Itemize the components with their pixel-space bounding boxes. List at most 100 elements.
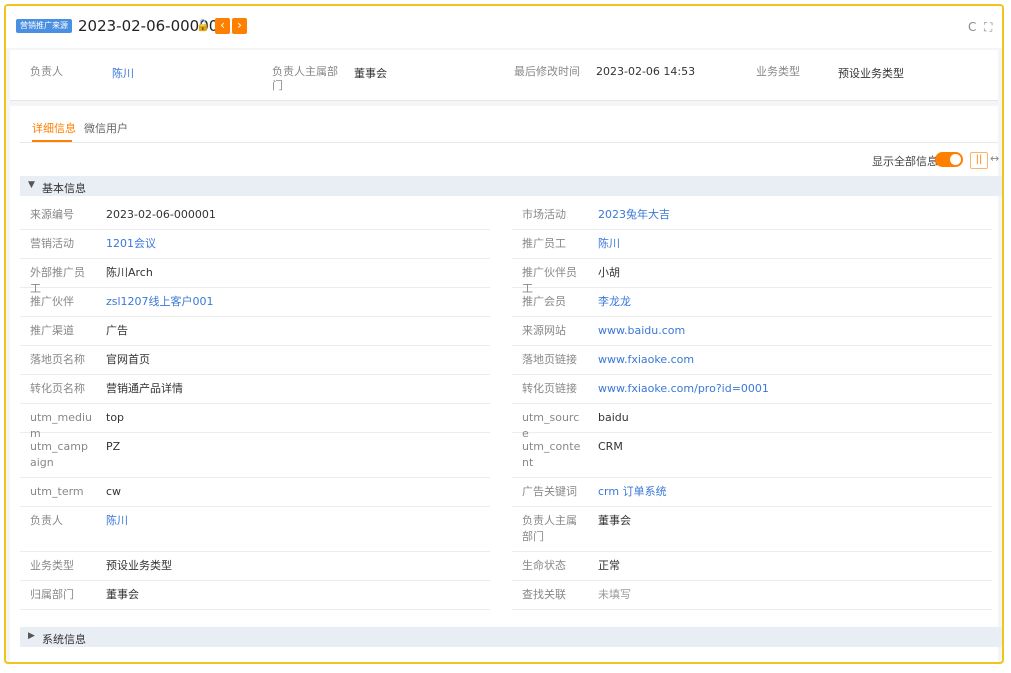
detail-panel: 详细信息 微信用户 显示全部信息 || ↔ ▼ 基本信息 来源编号 2023-02… — [10, 106, 1002, 662]
field-value: baidu — [598, 411, 629, 424]
toggle-knob — [950, 154, 961, 165]
field-row: 查找关联 未填写 — [512, 581, 992, 610]
field-row: 转化页名称 营销通产品详情 — [20, 375, 490, 404]
field-label: 市场活动 — [522, 208, 566, 221]
field-row: 落地页名称 官网首页 — [20, 346, 490, 375]
field-label: 转化页链接 — [522, 382, 577, 395]
summary-bar: 负责人 陈川 负责人主属部门 董事会 最后修改时间 2023-02-06 14:… — [10, 50, 998, 101]
field-row: utm_term cw — [20, 478, 490, 507]
lock-icon[interactable]: 🔓 — [196, 19, 210, 32]
field-label: 转化页名称 — [30, 382, 85, 395]
field-value: cw — [106, 485, 122, 498]
field-value-link[interactable]: 李龙龙 — [598, 294, 631, 310]
prev-record-button[interactable]: ‹ — [215, 18, 230, 34]
field-value: 陈川Arch — [106, 266, 153, 279]
section-system-info[interactable]: ▶ 系统信息 — [20, 627, 1002, 647]
next-record-button[interactable]: › — [232, 18, 247, 34]
field-row: 生命状态 正常 — [512, 552, 992, 581]
summary-label: 业务类型 — [756, 65, 800, 78]
field-row: utm_medium top — [20, 404, 490, 440]
field-value-link[interactable]: zsl1207线上客户001 — [106, 294, 214, 310]
field-value: 董事会 — [106, 588, 139, 601]
object-type-tag: 营销推广来源 — [16, 19, 72, 33]
field-label: 归属部门 — [30, 588, 74, 601]
field-label: 负责人 — [30, 514, 63, 527]
summary-label: 负责人主属部门 — [272, 65, 338, 92]
field-value: 营销通产品详情 — [106, 382, 183, 395]
field-value-link[interactable]: www.fxiaoke.com/pro?id=0001 — [598, 381, 769, 397]
summary-value: 董事会 — [354, 67, 387, 80]
field-value-link[interactable]: 陈川 — [598, 236, 620, 252]
field-label: 营销活动 — [30, 237, 74, 250]
summary-owner-link[interactable]: 陈川 — [112, 65, 134, 81]
field-row: 负责人主属部门 董事会 — [512, 507, 992, 552]
show-all-toggle[interactable] — [935, 152, 963, 167]
field-label: 来源网站 — [522, 324, 566, 337]
field-value: top — [106, 411, 125, 424]
expand-arrow-icon: ▶ — [28, 631, 35, 641]
field-row: 负责人 陈川 — [20, 507, 490, 552]
field-label: utm_term — [30, 485, 84, 498]
field-value: PZ — [106, 440, 121, 453]
expand-width-icon[interactable]: ↔ — [990, 152, 999, 165]
tab-divider — [20, 142, 998, 143]
field-row: 推广伙伴 zsl1207线上客户001 — [20, 288, 490, 317]
field-value: 正常 — [598, 559, 620, 572]
field-row: 落地页链接 www.fxiaoke.com — [512, 346, 992, 375]
field-row: 营销活动 1201会议 — [20, 230, 490, 259]
field-value: 预设业务类型 — [106, 559, 172, 572]
column-layout-icon[interactable]: || — [970, 152, 988, 169]
field-label: 查找关联 — [522, 588, 566, 601]
field-row: 推广员工 陈川 — [512, 230, 992, 259]
field-value-link[interactable]: crm 订单系统 — [598, 484, 667, 500]
field-label: 业务类型 — [30, 559, 74, 572]
field-row: 推广伙伴员工 小胡 — [512, 259, 992, 295]
field-row: 来源网站 www.baidu.com — [512, 317, 992, 346]
field-row: 归属部门 董事会 — [20, 581, 490, 610]
field-label: 来源编号 — [30, 208, 74, 221]
field-label: 广告关键词 — [522, 485, 577, 498]
field-row: utm_campaign PZ — [20, 433, 490, 478]
show-all-label: 显示全部信息 — [872, 155, 938, 168]
refresh-icon[interactable]: C — [968, 20, 976, 34]
record-header: 营销推广来源 2023-02-06-000001 🔓 ‹ › C ⛶ — [6, 6, 1002, 48]
field-label: 负责人主属部门 — [522, 514, 577, 543]
active-tab-indicator — [32, 140, 72, 142]
field-label: 落地页链接 — [522, 353, 577, 366]
fullscreen-icon[interactable]: ⛶ — [984, 20, 992, 35]
section-title: 基本信息 — [42, 182, 86, 195]
field-row: 业务类型 预设业务类型 — [20, 552, 490, 581]
field-label: utm_campaign — [30, 440, 88, 469]
field-row: 广告关键词 crm 订单系统 — [512, 478, 992, 507]
field-label: 推广渠道 — [30, 324, 74, 337]
tab-details[interactable]: 详细信息 — [32, 120, 76, 136]
field-value-link[interactable]: 2023兔年大吉 — [598, 207, 670, 223]
field-row: 来源编号 2023-02-06-000001 — [20, 201, 490, 230]
summary-label: 最后修改时间 — [514, 65, 580, 78]
field-value: 官网首页 — [106, 353, 150, 366]
collapse-arrow-icon: ▼ — [28, 180, 35, 190]
field-value-link[interactable]: 1201会议 — [106, 236, 156, 252]
field-row: 转化页链接 www.fxiaoke.com/pro?id=0001 — [512, 375, 992, 404]
field-row: utm_source baidu — [512, 404, 992, 440]
section-title: 系统信息 — [42, 633, 86, 646]
field-value: 未填写 — [598, 588, 631, 601]
field-value: 董事会 — [598, 514, 631, 527]
field-value-link[interactable]: www.fxiaoke.com — [598, 352, 694, 368]
field-label: 推广会员 — [522, 295, 566, 308]
summary-label: 负责人 — [30, 65, 63, 78]
field-value-link[interactable]: www.baidu.com — [598, 323, 685, 339]
field-value: 广告 — [106, 324, 128, 337]
field-value: CRM — [598, 440, 623, 453]
record-detail-window: 营销推广来源 2023-02-06-000001 🔓 ‹ › C ⛶ 负责人 陈… — [4, 4, 1004, 664]
field-value: 小胡 — [598, 266, 620, 279]
summary-value: 2023-02-06 14:53 — [596, 65, 696, 78]
field-label: 推广员工 — [522, 237, 566, 250]
field-value-link[interactable]: 陈川 — [106, 513, 128, 529]
field-label: 生命状态 — [522, 559, 566, 572]
field-row: utm_content CRM — [512, 433, 992, 478]
section-basic-info[interactable]: ▼ 基本信息 — [20, 176, 1002, 196]
field-row: 推广会员 李龙龙 — [512, 288, 992, 317]
tab-wechat-users[interactable]: 微信用户 — [84, 120, 128, 136]
field-row: 市场活动 2023兔年大吉 — [512, 201, 992, 230]
